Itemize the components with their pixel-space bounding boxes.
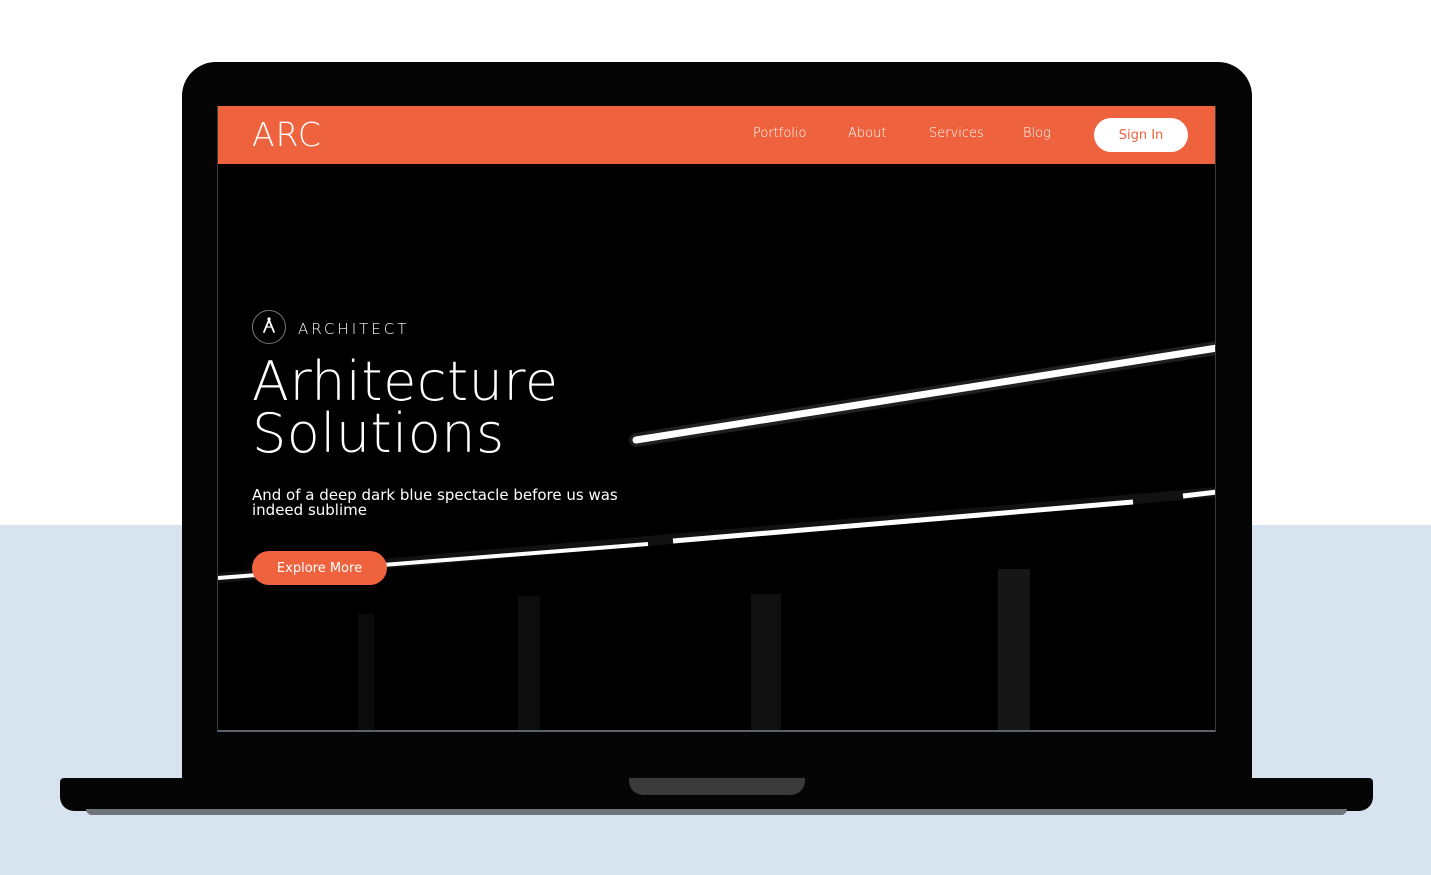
hero-description: And of a deep dark blue spectacle before… bbox=[252, 488, 632, 518]
nav-link-about[interactable]: About bbox=[848, 126, 886, 141]
nav-link-portfolio[interactable]: Portfolio bbox=[753, 126, 806, 141]
pillar bbox=[358, 614, 374, 730]
nav-link-services[interactable]: Services bbox=[929, 126, 984, 141]
explore-more-button[interactable]: Explore More bbox=[252, 551, 387, 585]
nav-link-blog[interactable]: Blog bbox=[1023, 126, 1051, 141]
description-line: indeed sublime bbox=[252, 501, 367, 519]
compass-icon bbox=[261, 316, 277, 338]
site-logo[interactable]: ARC bbox=[252, 115, 322, 154]
laptop-screen: ARC Portfolio About Services Blog Sign I… bbox=[217, 106, 1216, 732]
hero-eyebrow: ARCHITECT bbox=[298, 320, 410, 338]
pillar bbox=[518, 596, 540, 730]
pillar bbox=[998, 569, 1030, 730]
headline-line: Solutions bbox=[252, 402, 505, 465]
laptop-notch bbox=[629, 778, 805, 795]
sign-in-button[interactable]: Sign In bbox=[1094, 118, 1188, 152]
hero-headline: Arhitecture Solutions bbox=[252, 355, 559, 461]
pillar bbox=[751, 594, 781, 730]
architect-badge bbox=[252, 310, 286, 344]
navbar: ARC Portfolio About Services Blog Sign I… bbox=[218, 106, 1215, 164]
laptop-base-shadow bbox=[86, 809, 1347, 815]
